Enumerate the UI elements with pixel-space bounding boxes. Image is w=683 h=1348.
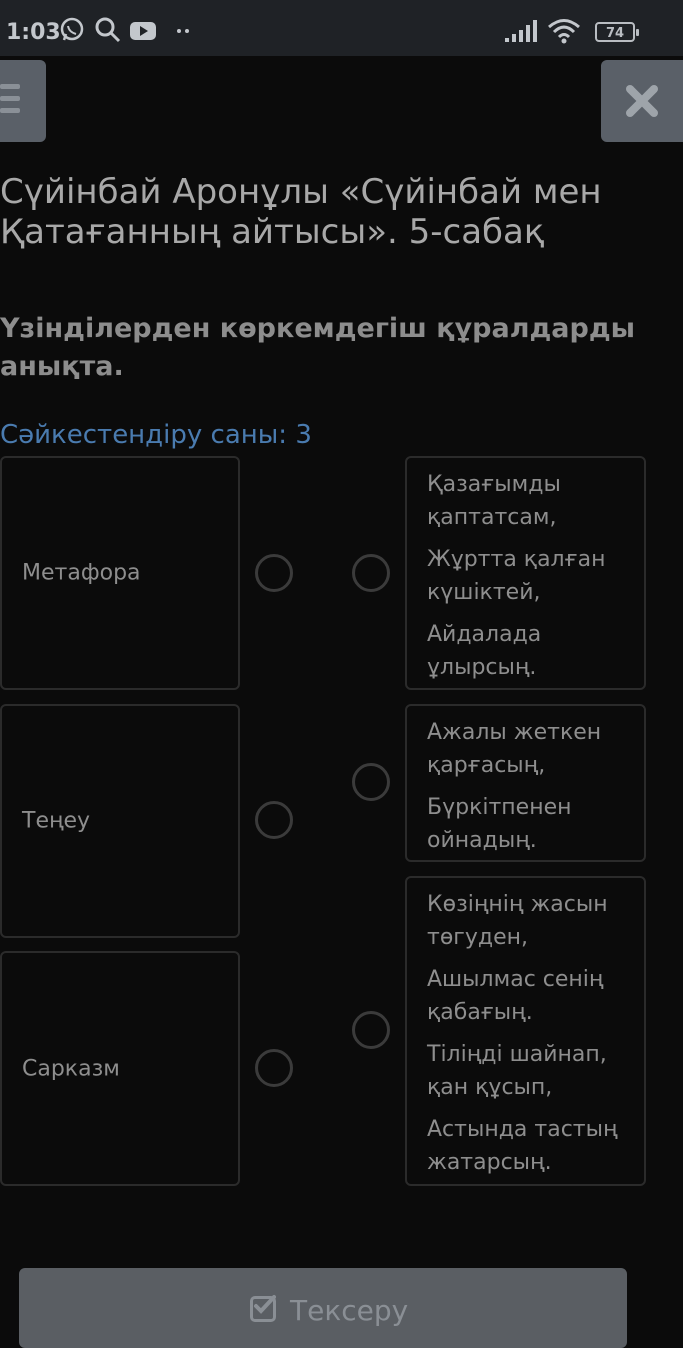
youtube-icon (130, 22, 156, 40)
right-match-radio-2[interactable] (352, 763, 390, 801)
status-bar: 1:03 74 (0, 0, 683, 56)
left-item-label: Метафора (22, 560, 141, 586)
check-button-label: Тексеру (290, 1294, 409, 1327)
verse-line: Ажалы жеткен қарғасың, (427, 720, 602, 778)
right-item-3[interactable]: Көзіңнің жасын төгуден, Ашылмас сенің қа… (405, 876, 646, 1186)
battery-icon: 74 (595, 22, 639, 42)
right-match-radio-3[interactable] (352, 1011, 390, 1049)
match-count: Сәйкестендіру саны: 3 (0, 420, 312, 450)
verse-line: Ашылмас сенің қабағың. (427, 967, 604, 1025)
page-title: Сүйінбай Аронұлы «Сүйінбай мен Қатағанны… (0, 172, 602, 252)
left-item-sarcasm[interactable]: Сарказм (0, 951, 240, 1186)
whatsapp-icon (60, 17, 84, 41)
verse-line: Астында тастың жатарсың. (427, 1117, 618, 1175)
left-match-radio-3[interactable] (255, 1049, 293, 1087)
close-icon (626, 85, 658, 117)
right-item-2[interactable]: Ажалы жеткен қарғасың, Бүркітпенен ойнад… (405, 704, 646, 862)
wifi-icon (548, 19, 580, 44)
checkbox-check-icon (250, 1295, 276, 1322)
search-icon (95, 17, 121, 43)
verse-line: Бүркітпенен ойнадың. (427, 795, 572, 853)
left-item-metaphor[interactable]: Метафора (0, 456, 240, 690)
left-match-radio-1[interactable] (255, 554, 293, 592)
task-instruction: Үзінділерден көркемдегіш құралдарды анық… (0, 313, 636, 382)
right-item-1[interactable]: Қазағымды қаптатсам, Жұртта қалған күшік… (405, 456, 646, 690)
more-dots-icon (177, 29, 189, 33)
verse-line: Қазағымды қаптатсам, (427, 472, 561, 530)
verse-line: Тіліңді шайнап, қан құсып, (427, 1042, 607, 1100)
right-match-radio-1[interactable] (352, 554, 390, 592)
close-button[interactable] (601, 60, 683, 142)
verse-line: Айдалада ұлырсың. (427, 622, 542, 680)
left-match-radio-2[interactable] (255, 801, 293, 839)
menu-button[interactable] (0, 60, 46, 142)
status-time: 1:03 (6, 20, 61, 45)
verse-line: Көзіңнің жасын төгуден, (427, 892, 608, 950)
left-item-simile[interactable]: Теңеу (0, 704, 240, 938)
signal-icon (505, 20, 537, 42)
left-item-label: Теңеу (22, 808, 91, 834)
left-item-label: Сарказм (22, 1056, 120, 1081)
check-button[interactable]: Тексеру (19, 1268, 627, 1348)
verse-line: Жұртта қалған күшіктей, (427, 547, 606, 605)
